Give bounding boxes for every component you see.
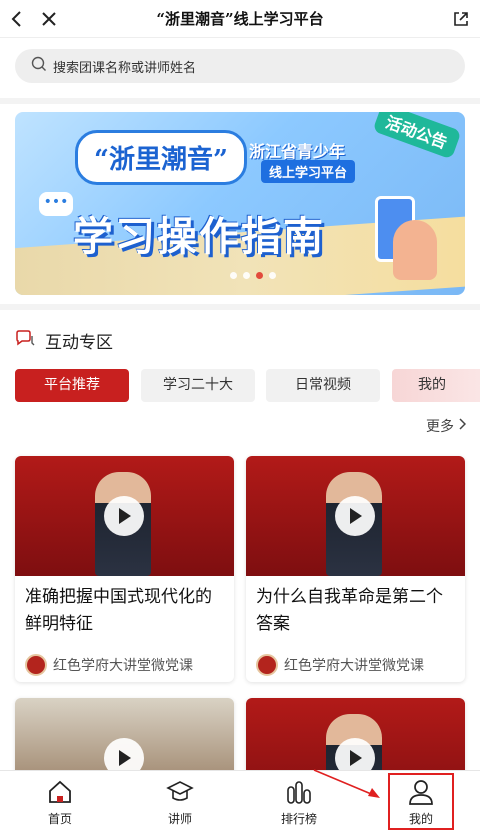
video-thumbnail xyxy=(246,456,465,576)
video-title: 准确把握中国式现代化的鲜明特征 xyxy=(25,587,212,634)
banner-section: “浙里潮音” 浙江省青少年 线上学习平台 活动公告 ••• 学习操作指南 xyxy=(0,104,480,304)
nav-home-label: 首页 xyxy=(47,812,72,826)
zone-title: 互动专区 xyxy=(45,333,113,353)
search-input[interactable]: 搜索团课名称或讲师姓名 xyxy=(15,49,465,83)
annotation-arrow-icon xyxy=(313,769,380,798)
carousel-dot[interactable] xyxy=(230,272,237,279)
search-placeholder: 搜索团课名称或讲师姓名 xyxy=(53,60,197,76)
zone-header: 互动专区 xyxy=(15,328,113,353)
annotation-highlight-box xyxy=(388,773,454,830)
carousel-dot[interactable] xyxy=(243,272,250,279)
channel-avatar xyxy=(256,654,278,676)
share-icon[interactable] xyxy=(448,6,474,32)
page-title: “浙里潮音”线上学习平台 xyxy=(156,10,324,28)
graduation-cap-icon xyxy=(145,777,215,807)
video-source: 红色学府大讲堂微党课 xyxy=(246,648,465,682)
banner-line2: 线上学习平台 xyxy=(261,160,356,183)
banner-carousel[interactable]: “浙里潮音” 浙江省青少年 线上学习平台 活动公告 ••• 学习操作指南 xyxy=(15,112,465,295)
home-icon xyxy=(25,777,95,807)
channel-avatar xyxy=(25,654,47,676)
chevron-right-icon xyxy=(458,418,467,434)
play-icon[interactable] xyxy=(335,496,375,536)
nav-teachers[interactable]: 讲师 xyxy=(145,777,215,827)
top-bar: “浙里潮音”线上学习平台 xyxy=(0,0,480,38)
banner-headline: 学习操作指南 xyxy=(73,214,325,260)
video-card[interactable]: 准确把握中国式现代化的鲜明特征 红色学府大讲堂微党课 xyxy=(15,456,234,682)
tab-daily-video[interactable]: 日常视频 xyxy=(266,369,380,402)
chat-bubble-icon: ••• xyxy=(39,192,73,216)
tab-mine[interactable]: 我的 xyxy=(392,369,480,402)
search-icon xyxy=(31,56,47,76)
video-title: 为什么自我革命是第二个答案 xyxy=(256,587,443,634)
nav-home[interactable]: 首页 xyxy=(25,777,95,827)
more-link[interactable]: 更多 xyxy=(426,416,467,436)
search-section: 搜索团课名称或讲师姓名 xyxy=(0,38,480,98)
banner-brand: “浙里潮音” xyxy=(75,130,247,185)
video-thumbnail xyxy=(15,456,234,576)
hand-illustration xyxy=(393,220,437,280)
nav-teachers-label: 讲师 xyxy=(167,812,192,826)
banner-line1: 浙江省青少年 xyxy=(249,142,346,161)
carousel-dots xyxy=(230,272,276,279)
video-source: 红色学府大讲堂微党课 xyxy=(15,648,234,682)
banner-tag: 活动公告 xyxy=(372,112,462,160)
play-icon[interactable] xyxy=(104,496,144,536)
discussion-icon xyxy=(15,329,35,352)
channel-name: 红色学府大讲堂微党课 xyxy=(284,658,424,674)
tab-bar: 平台推荐 学习二十大 日常视频 我的 xyxy=(15,369,480,402)
tab-recommend[interactable]: 平台推荐 xyxy=(15,369,129,402)
carousel-dot[interactable] xyxy=(269,272,276,279)
carousel-dot-active[interactable] xyxy=(256,272,263,279)
tab-study-20th[interactable]: 学习二十大 xyxy=(141,369,255,402)
interactive-zone: 互动专区 平台推荐 学习二十大 日常视频 我的 更多 准确把握中国式现代化的鲜明… xyxy=(0,310,480,818)
channel-name: 红色学府大讲堂微党课 xyxy=(53,658,193,674)
more-label: 更多 xyxy=(426,419,454,435)
nav-ranking-label: 排行榜 xyxy=(280,812,317,826)
video-card[interactable]: 为什么自我革命是第二个答案 红色学府大讲堂微党课 xyxy=(246,456,465,682)
